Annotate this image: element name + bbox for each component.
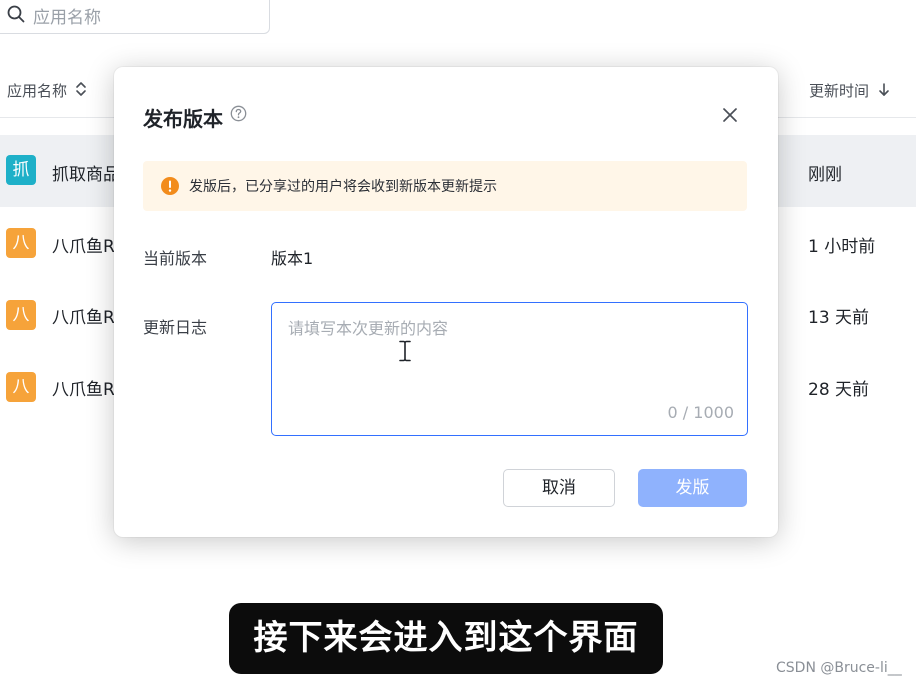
current-version-label: 当前版本 xyxy=(143,249,208,268)
close-icon[interactable] xyxy=(722,107,738,123)
app-badge: 抓 xyxy=(6,155,36,185)
info-alert: 发版后，已分享过的用户将会收到新版本更新提示 xyxy=(143,161,747,211)
search-icon xyxy=(7,5,25,23)
updated-time: 28 天前 xyxy=(808,380,870,400)
changelog-field[interactable]: 0 / 1000 xyxy=(271,302,748,436)
app-badge: 八 xyxy=(6,372,36,402)
help-icon[interactable] xyxy=(230,105,247,122)
publish-version-dialog: 发布版本 发版后，已分享过的用户将会收到新版本更新提示 当前版本 版本1 更新日… xyxy=(114,67,778,537)
updated-time: 刚刚 xyxy=(808,165,842,185)
character-counter: 0 / 1000 xyxy=(667,403,734,422)
app-badge: 八 xyxy=(6,228,36,258)
publish-button[interactable]: 发版 xyxy=(638,469,747,507)
updated-time: 1 小时前 xyxy=(808,237,876,257)
search-box[interactable]: 应用名称 xyxy=(0,0,270,34)
arrow-down-icon[interactable] xyxy=(877,82,891,98)
app-name[interactable]: 八爪鱼R xyxy=(52,232,115,257)
dialog-title: 发布版本 xyxy=(143,107,223,131)
alert-message: 发版后，已分享过的用户将会收到新版本更新提示 xyxy=(189,179,497,195)
column-header-updated[interactable]: 更新时间 xyxy=(809,80,869,101)
watermark: CSDN @Bruce-li__ xyxy=(776,660,902,676)
cancel-button[interactable]: 取消 xyxy=(503,469,615,507)
app-name[interactable]: 八爪鱼R xyxy=(52,303,115,328)
search-placeholder: 应用名称 xyxy=(33,8,101,28)
text-cursor-icon xyxy=(399,340,411,362)
warning-icon xyxy=(161,177,179,195)
app-badge: 八 xyxy=(6,300,36,330)
app-screen: 应用名称 应用名称 更新时间 抓 抓取商品 刚刚 八 八爪鱼R 1 小时前 八 … xyxy=(0,0,916,686)
app-name[interactable]: 抓取商品 xyxy=(52,160,120,185)
column-header-name[interactable]: 应用名称 xyxy=(7,80,67,101)
app-name[interactable]: 八爪鱼R xyxy=(52,375,115,400)
sort-icon[interactable] xyxy=(75,81,87,97)
current-version-value: 版本1 xyxy=(271,249,314,268)
updated-time: 13 天前 xyxy=(808,308,870,328)
video-subtitle: 接下来会进入到这个界面 xyxy=(229,603,663,674)
changelog-label: 更新日志 xyxy=(143,318,208,337)
